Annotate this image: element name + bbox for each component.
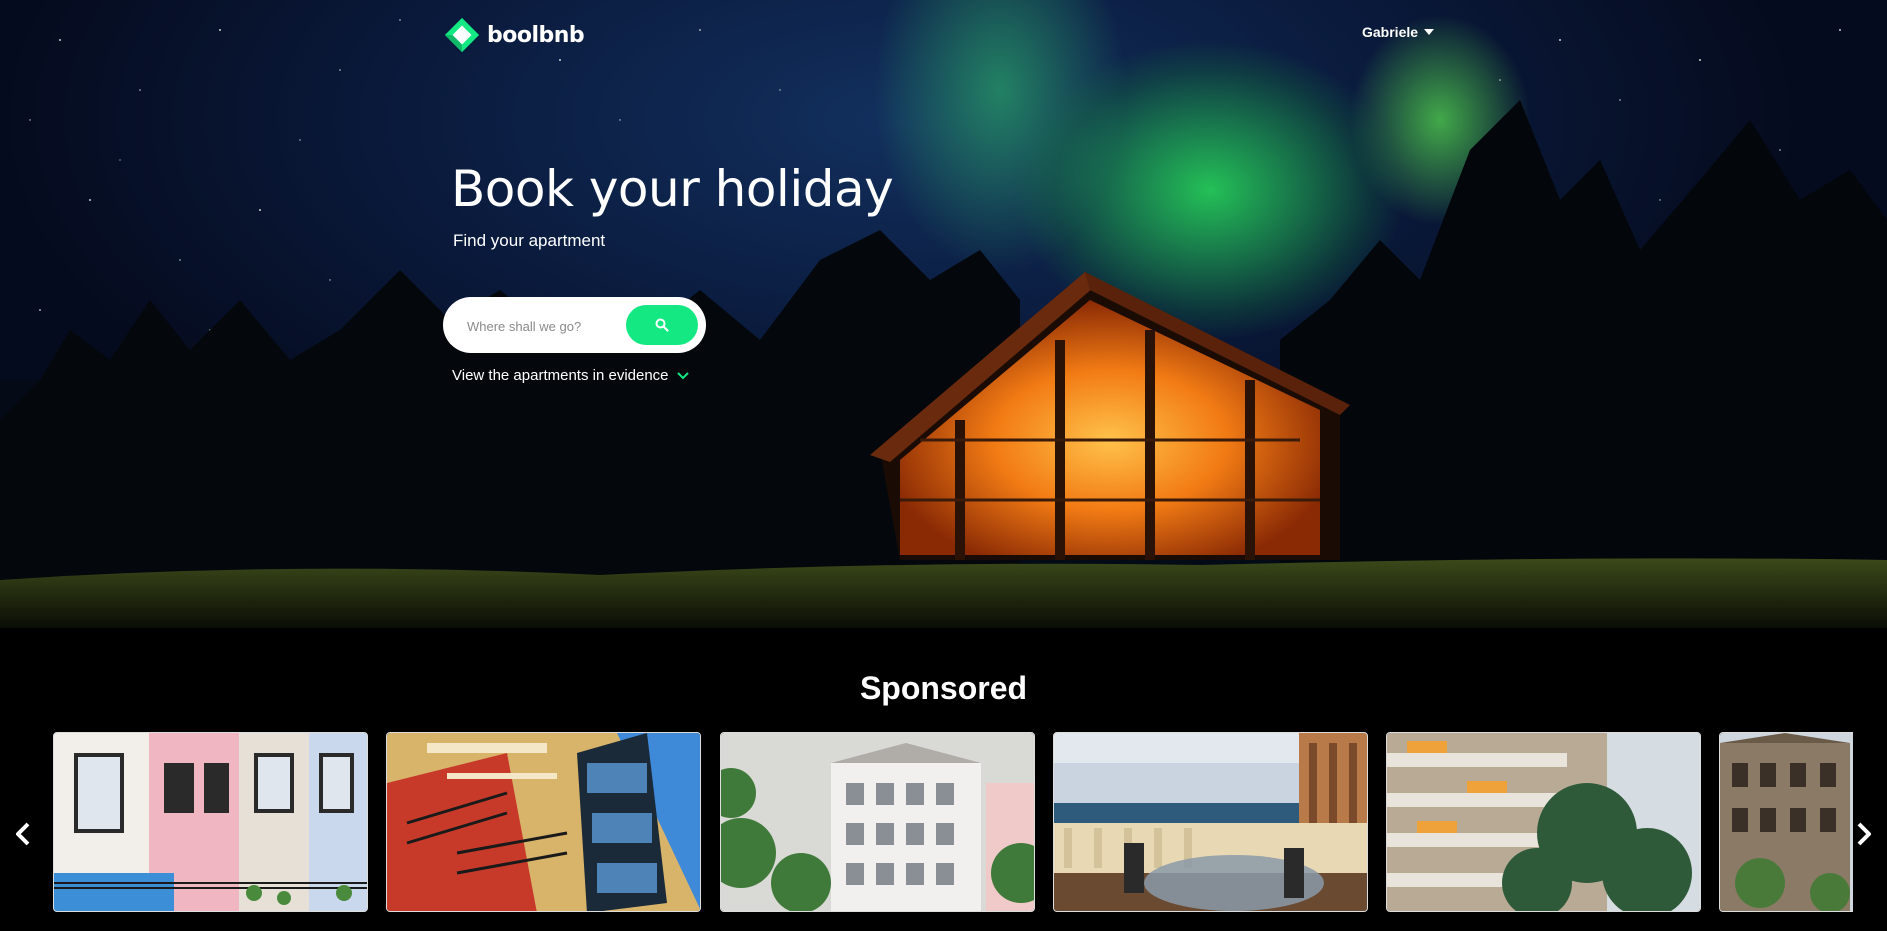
sponsored-carousel	[53, 732, 1853, 914]
forest-cabin-illustration	[0, 100, 1887, 628]
apartment-card-3[interactable]	[720, 732, 1035, 912]
sponsored-title: Sponsored	[859, 670, 1028, 706]
hero-banner: boolbnb Gabriele Book your holiday Find …	[0, 0, 1887, 628]
search-icon	[655, 318, 669, 332]
logo-icon	[444, 17, 480, 53]
apartment-card-4[interactable]	[1053, 732, 1368, 912]
search-input[interactable]	[467, 315, 607, 337]
search-bar	[443, 297, 706, 353]
apartment-card-6[interactable]	[1719, 732, 1853, 912]
user-name: Gabriele	[1362, 24, 1419, 40]
apartment-photo-2	[387, 733, 700, 911]
search-button[interactable]	[626, 305, 698, 345]
hero-title: Book your holiday	[451, 160, 894, 218]
chevron-right-icon[interactable]	[1853, 820, 1875, 848]
apartment-photo-3	[721, 733, 1034, 911]
chevron-left-icon[interactable]	[12, 820, 34, 848]
apartment-photo-5	[1387, 733, 1700, 911]
apartment-card-1[interactable]	[53, 732, 368, 912]
apartment-card-5[interactable]	[1386, 732, 1701, 912]
view-evidence-label: View the apartments in evidence	[452, 367, 669, 384]
apartment-photo-4	[1054, 733, 1367, 911]
view-evidence-link[interactable]: View the apartments in evidence	[452, 367, 689, 384]
chevron-down-icon	[676, 371, 689, 379]
hero-subtitle: Find your apartment	[453, 231, 606, 250]
apartment-card-2[interactable]	[386, 732, 701, 912]
brand-logo[interactable]: boolbnb	[443, 16, 585, 54]
user-menu[interactable]: Gabriele	[1362, 24, 1435, 40]
apartment-photo-6	[1720, 733, 1853, 911]
caret-down-icon	[1424, 29, 1435, 35]
apartment-photo-1	[54, 733, 367, 911]
brand-name: boolbnb	[487, 22, 585, 48]
